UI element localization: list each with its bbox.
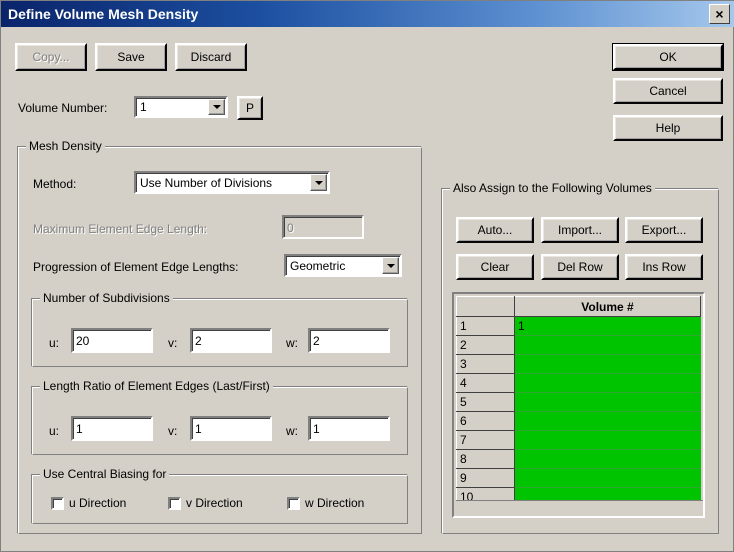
ratio-w-label: w: [286, 424, 298, 438]
subdiv-w-input[interactable]: 2 [308, 328, 390, 353]
subdiv-u-label: u: [49, 336, 60, 350]
table-cell-volume[interactable]: 1 [514, 316, 701, 336]
mesh-density-legend: Mesh Density [26, 139, 105, 153]
table-cell-volume[interactable] [514, 335, 701, 355]
table-row-index[interactable]: 9 [456, 468, 515, 488]
export-button[interactable]: Export... [625, 217, 703, 243]
length-ratio-legend: Length Ratio of Element Edges (Last/Firs… [40, 379, 273, 393]
table-corner-header [456, 296, 515, 317]
central-biasing-legend: Use Central Biasing for [40, 467, 170, 481]
method-label: Method: [33, 177, 77, 191]
checkbox-icon[interactable] [51, 496, 64, 510]
import-button[interactable]: Import... [541, 217, 619, 243]
close-glyph: × [715, 6, 724, 22]
table-cell-volume[interactable] [514, 354, 701, 374]
progression-value: Geometric [290, 258, 346, 273]
bias-u-label: u Direction [69, 496, 127, 510]
subdiv-v-input[interactable]: 2 [190, 328, 272, 353]
bias-u-checkbox[interactable]: u Direction [51, 496, 126, 510]
del-row-button[interactable]: Del Row [541, 254, 619, 280]
ratio-u-input[interactable]: 1 [71, 416, 153, 441]
volume-table: Volume # 1 1 2 3 4 5 6 7 8 9 10 [456, 296, 701, 507]
number-of-subdivisions-legend: Number of Subdivisions [40, 291, 173, 305]
max-edge-length-input: 0 [282, 215, 364, 239]
table-cell-volume[interactable] [514, 392, 701, 412]
table-row-index[interactable]: 4 [456, 373, 515, 393]
auto-button[interactable]: Auto... [456, 217, 534, 243]
save-button[interactable]: Save [95, 43, 167, 71]
table-row-index[interactable]: 7 [456, 430, 515, 450]
ok-button[interactable]: OK [612, 43, 724, 71]
cancel-button[interactable]: Cancel [613, 78, 723, 104]
subdiv-u-input[interactable]: 20 [71, 328, 153, 353]
ratio-u-label: u: [49, 424, 60, 438]
table-row[interactable]: 6 [456, 411, 701, 431]
clear-button[interactable]: Clear [456, 254, 534, 280]
table-row-index[interactable]: 3 [456, 354, 515, 374]
subdiv-v-label: v: [168, 336, 178, 350]
table-cell-volume[interactable] [514, 411, 701, 431]
bias-w-label: w Direction [305, 496, 365, 510]
max-edge-length-label: Maximum Element Edge Length: [33, 222, 208, 236]
pick-volume-button[interactable]: P [237, 96, 263, 120]
volume-number-value: 1 [140, 100, 147, 114]
table-row[interactable]: 4 [456, 373, 701, 393]
bias-w-checkbox[interactable]: w Direction [287, 496, 364, 510]
table-row-index[interactable]: 8 [456, 449, 515, 469]
method-value: Use Number of Divisions [140, 175, 273, 190]
table-row[interactable]: 9 [456, 468, 701, 488]
table-row[interactable]: 5 [456, 392, 701, 412]
close-icon[interactable]: × [709, 4, 730, 24]
dialog-window: Define Volume Mesh Density × Copy... Sav… [0, 0, 734, 552]
ratio-w-input[interactable]: 1 [308, 416, 390, 441]
discard-button[interactable]: Discard [175, 43, 247, 71]
table-header-row: Volume # [456, 296, 701, 317]
table-cell-volume[interactable] [514, 468, 701, 488]
chevron-down-icon[interactable] [208, 99, 225, 115]
also-assign-legend: Also Assign to the Following Volumes [450, 181, 655, 195]
table-row[interactable]: 7 [456, 430, 701, 450]
chevron-down-icon[interactable] [382, 257, 399, 274]
table-horizontal-scrollbar[interactable] [456, 500, 703, 514]
checkbox-icon[interactable] [168, 496, 181, 510]
table-row[interactable]: 11 [456, 316, 701, 336]
bias-v-checkbox[interactable]: v Direction [168, 496, 243, 510]
ratio-v-input[interactable]: 1 [190, 416, 272, 441]
table-row-index[interactable]: 5 [456, 392, 515, 412]
ins-row-button[interactable]: Ins Row [625, 254, 703, 280]
table-row-index[interactable]: 1 [456, 316, 515, 336]
table-row[interactable]: 8 [456, 449, 701, 469]
table-row-index[interactable]: 2 [456, 335, 515, 355]
checkbox-icon[interactable] [287, 496, 300, 510]
chevron-down-icon[interactable] [310, 174, 327, 191]
progression-label: Progression of Element Edge Lengths: [33, 260, 239, 274]
ratio-v-label: v: [168, 424, 178, 438]
volume-number-combo[interactable]: 1 [134, 96, 228, 118]
table-row[interactable]: 3 [456, 354, 701, 374]
volume-table-container[interactable]: Volume # 1 1 2 3 4 5 6 7 8 9 10 [452, 292, 705, 518]
help-button[interactable]: Help [613, 115, 723, 141]
volume-table-body: 1 1 2 3 4 5 6 7 8 9 10 [456, 316, 701, 507]
table-cell-volume[interactable] [514, 373, 701, 393]
title-bar: Define Volume Mesh Density × [1, 1, 734, 27]
volume-number-label: Volume Number: [18, 101, 108, 115]
method-combo[interactable]: Use Number of Divisions [134, 171, 330, 194]
table-row[interactable]: 2 [456, 335, 701, 355]
table-row-index[interactable]: 6 [456, 411, 515, 431]
table-cell-volume[interactable] [514, 430, 701, 450]
progression-combo[interactable]: Geometric [284, 254, 402, 277]
table-column-header-volume: Volume # [514, 296, 701, 317]
window-title: Define Volume Mesh Density [8, 6, 199, 22]
bias-v-label: v Direction [186, 496, 243, 510]
table-cell-volume[interactable] [514, 449, 701, 469]
subdiv-w-label: w: [286, 336, 298, 350]
copy-button: Copy... [15, 43, 87, 71]
